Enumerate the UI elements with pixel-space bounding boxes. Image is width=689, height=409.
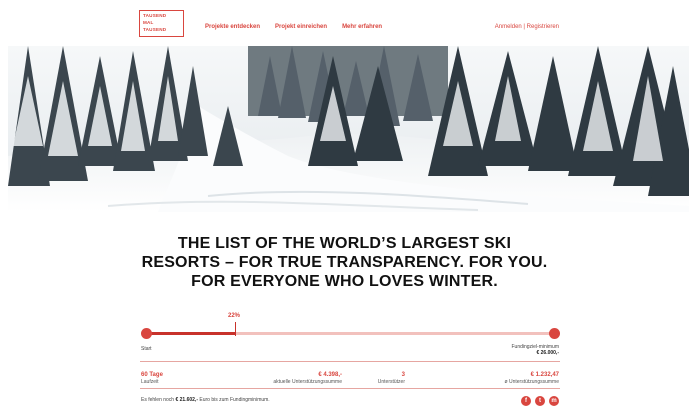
stat-duration: 60 Tage Laufzeit <box>141 372 163 386</box>
hero-snow-forest-illustration <box>8 46 689 212</box>
title-line-3: FOR EVERYONE WHO LOVES WINTER. <box>191 273 498 290</box>
email-share-icon[interactable]: m <box>549 396 559 406</box>
funding-percent: 22% <box>228 313 241 319</box>
logo-line-1: TAUSEND <box>143 13 167 18</box>
stat-value: € 4.398,- <box>318 372 342 378</box>
stat-value: € 1.232,47 <box>530 372 559 378</box>
stat-value: 60 Tage <box>141 372 163 378</box>
stat-average-sum: € 1.232,47 ø Unterstützungssumme <box>470 372 559 386</box>
stat-label: ø Unterstützungssumme <box>504 379 559 385</box>
facebook-share-icon[interactable]: f <box>521 396 531 406</box>
stat-supporters: 3 Unterstützer <box>375 372 405 386</box>
stat-label: Unterstützer <box>377 379 405 385</box>
progress-start-dot <box>141 328 152 339</box>
twitter-share-icon[interactable]: t <box>535 396 545 406</box>
goal-value: € 26.000,- <box>536 350 559 356</box>
site-logo[interactable]: TAUSEND MAL TAUSEND <box>139 10 184 37</box>
page-title: THE LIST OF THE WORLD’S LARGEST SKI RESO… <box>0 234 689 291</box>
divider-bottom <box>140 388 560 389</box>
goal-info: Fundingziel-minimum € 26.000,- <box>511 344 559 356</box>
missing-prefix: Es fehlen noch <box>141 397 176 403</box>
title-line-1: THE LIST OF THE WORLD’S LARGEST SKI <box>177 235 512 252</box>
funding-progress-track <box>146 332 555 335</box>
stat-label: aktuelle Unterstützungssumme <box>273 379 342 385</box>
main-nav: Projekte entdecken Projekt einreichen Me… <box>205 24 382 30</box>
nav-link-learn-more[interactable]: Mehr erfahren <box>342 24 382 30</box>
start-label: Start <box>141 346 152 352</box>
missing-amount: € 21.602,- <box>175 397 198 403</box>
site-header: TAUSEND MAL TAUSEND Projekte entdecken P… <box>0 0 689 46</box>
progress-marker <box>234 322 237 336</box>
divider-top <box>140 361 560 362</box>
stat-current-sum: € 4.398,- aktuelle Unterstützungssumme <box>238 372 342 386</box>
stat-label: Laufzeit <box>141 379 159 385</box>
auth-links[interactable]: Anmelden | Registrieren <box>495 24 559 30</box>
funding-progress-fill <box>146 332 236 335</box>
missing-suffix: Euro bis zum Fundingminimum. <box>198 397 270 403</box>
stat-value: 3 <box>401 372 405 378</box>
logo-line-3: TAUSEND <box>143 26 167 32</box>
missing-amount-text: Es fehlen noch € 21.602,- Euro bis zum F… <box>141 397 270 403</box>
progress-end-dot <box>549 328 560 339</box>
nav-link-submit[interactable]: Projekt einreichen <box>275 24 327 30</box>
hero-image <box>8 46 689 212</box>
title-line-2: RESORTS – FOR TRUE TRANSPARENCY. FOR YOU… <box>141 254 548 271</box>
logo-line-2: MAL <box>143 19 154 25</box>
nav-link-discover[interactable]: Projekte entdecken <box>205 24 260 30</box>
